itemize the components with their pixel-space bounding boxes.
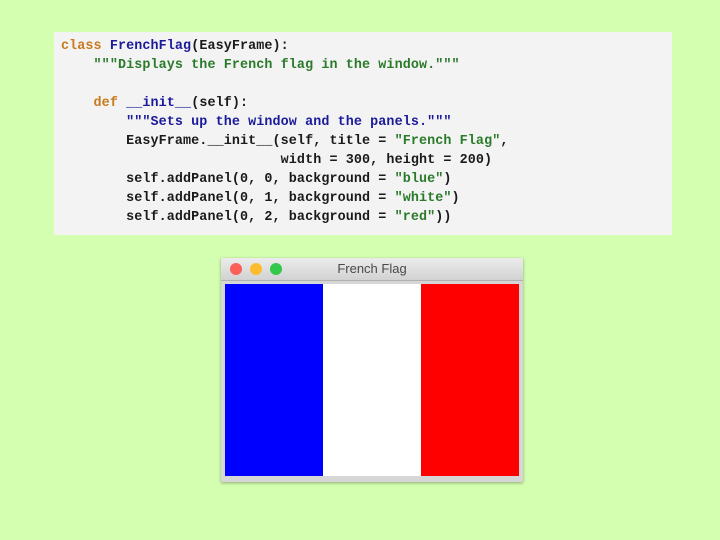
code-line: EasyFrame.__init__(self, title = "French…	[61, 132, 672, 151]
code-line: """Displays the French flag in the windo…	[61, 56, 672, 75]
code-token: self.addPanel(0, 1, background =	[61, 191, 395, 206]
code-line: self.addPanel(0, 0, background = "blue")	[61, 170, 672, 189]
code-token: class	[61, 39, 110, 54]
code-token: ))	[435, 210, 452, 225]
code-token: """Displays the French flag in the windo…	[61, 58, 460, 73]
code-line: self.addPanel(0, 2, background = "red"))	[61, 208, 672, 227]
code-line: """Sets up the window and the panels."""	[61, 113, 672, 132]
code-token: width = 300, height = 200)	[61, 153, 493, 168]
code-line: def __init__(self):	[61, 94, 672, 113]
code-token: """Sets up the window and the panels."""	[61, 115, 452, 130]
code-token: EasyFrame.__init__(self, title =	[61, 134, 395, 149]
code-token: self.addPanel(0, 2, background =	[61, 210, 395, 225]
window-titlebar[interactable]: French Flag	[221, 258, 523, 281]
code-token: )	[443, 172, 452, 187]
code-listing: class FrenchFlag(EasyFrame): """Displays…	[54, 32, 672, 235]
code-line: width = 300, height = 200)	[61, 151, 672, 170]
panel-blue	[225, 284, 323, 476]
code-line: class FrenchFlag(EasyFrame):	[61, 37, 672, 56]
code-token: __init__	[126, 96, 192, 111]
code-token: )	[451, 191, 460, 206]
panel-white	[323, 284, 421, 476]
code-token: ,	[500, 134, 509, 149]
code-token: (EasyFrame):	[191, 39, 289, 54]
code-token: "white"	[394, 191, 452, 206]
code-token: FrenchFlag	[109, 39, 192, 54]
french-flag-window: French Flag	[221, 258, 523, 482]
code-token: self.addPanel(0, 0, background =	[61, 172, 395, 187]
window-content	[225, 284, 519, 476]
window-title: French Flag	[221, 261, 523, 276]
window-title-text: French Flag	[337, 261, 407, 276]
code-token: "red"	[394, 210, 436, 225]
code-token: def	[61, 96, 127, 111]
code-token: (self):	[191, 96, 249, 111]
code-token: "French Flag"	[394, 134, 501, 149]
code-token: "blue"	[394, 172, 444, 187]
panel-red	[421, 284, 519, 476]
code-line: self.addPanel(0, 1, background = "white"…	[61, 189, 672, 208]
